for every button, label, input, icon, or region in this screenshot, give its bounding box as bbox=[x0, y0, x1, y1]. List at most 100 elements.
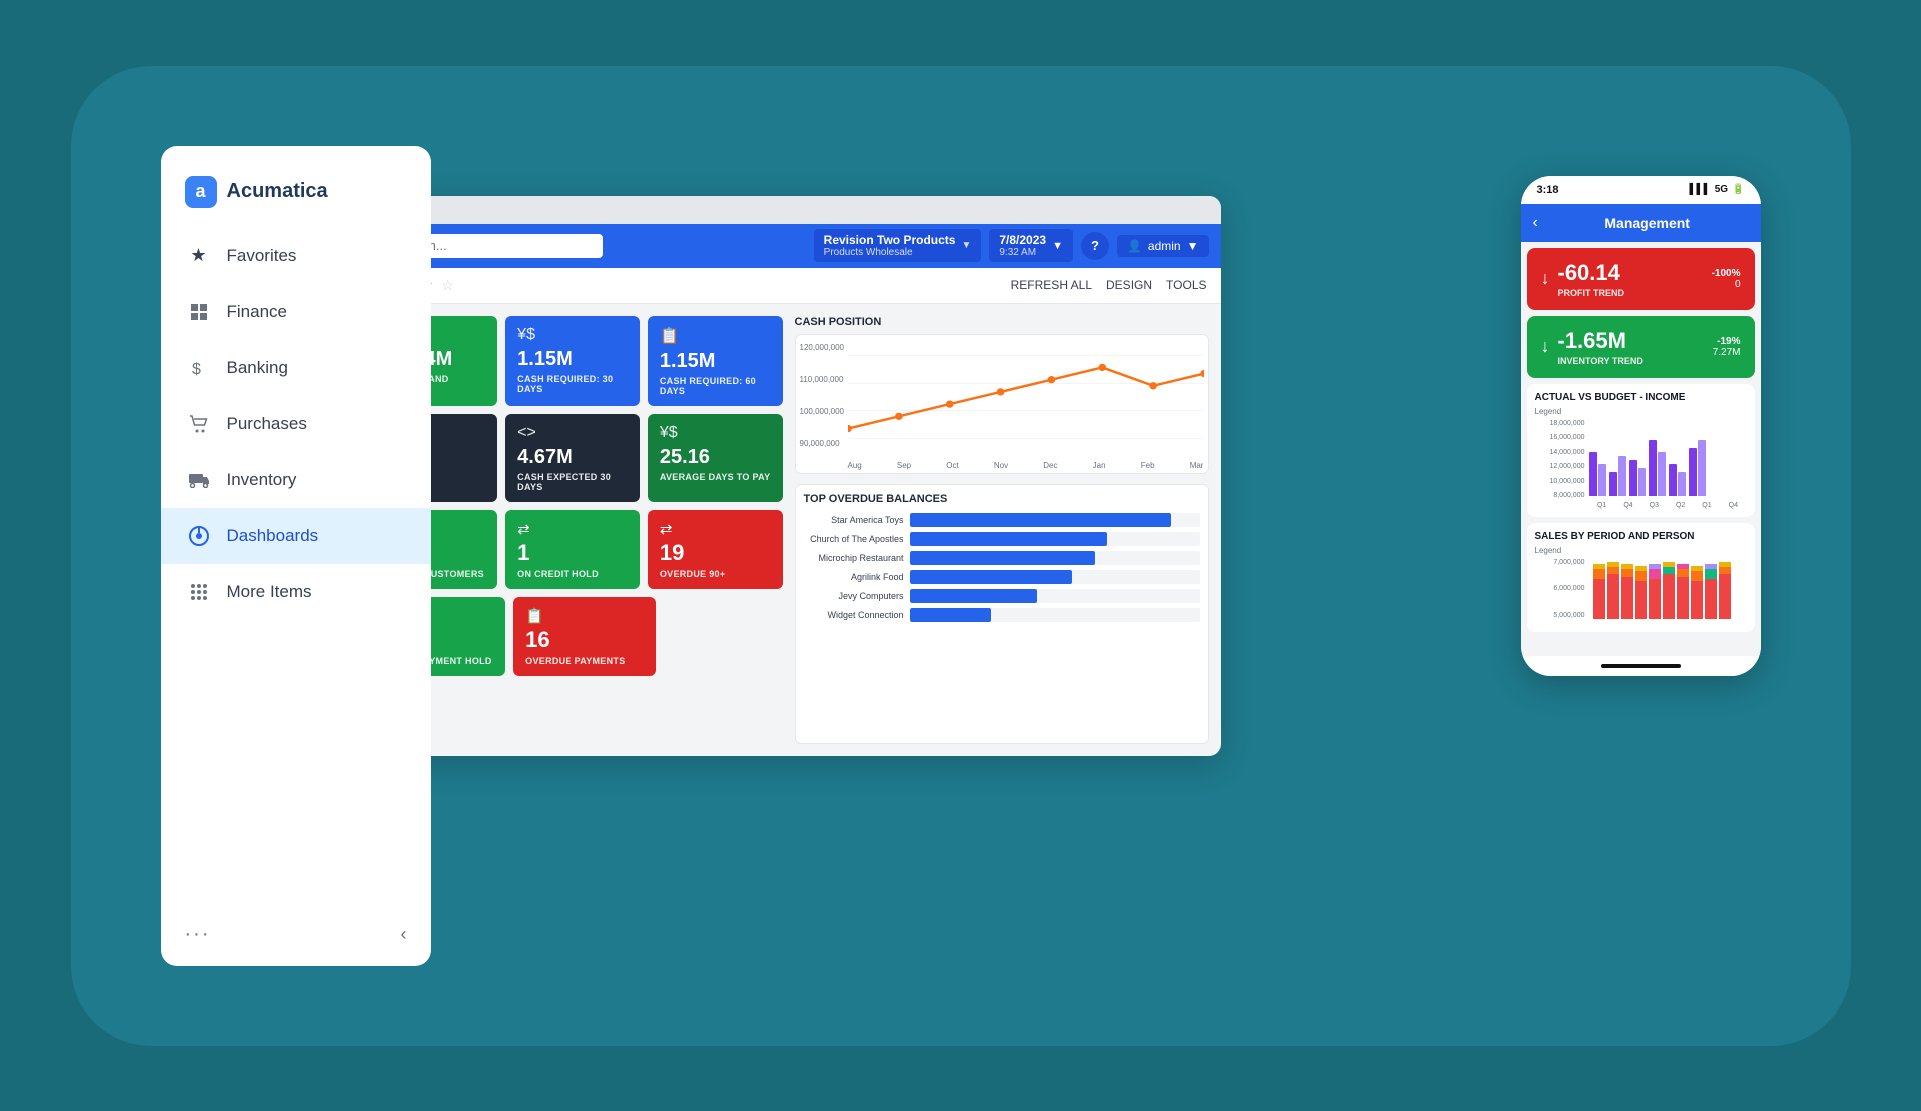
window-titlebar bbox=[351, 196, 1221, 224]
favorite-star-icon[interactable]: ☆ bbox=[441, 277, 454, 294]
network-type: 5G bbox=[1715, 184, 1728, 195]
kpi-label: OVERDUE PAYMENTS bbox=[525, 656, 644, 666]
main-background: a Acumatica ★ Favorites Finance $ Bankin… bbox=[71, 66, 1851, 1046]
y-label-4: 90,000,000 bbox=[800, 439, 845, 448]
bar bbox=[1658, 452, 1666, 496]
y-label: 8,000,000 bbox=[1535, 492, 1585, 499]
bar bbox=[1609, 472, 1617, 496]
signal-icon: ▌▌▌ bbox=[1689, 184, 1710, 195]
sidebar-item-label: Inventory bbox=[227, 470, 297, 490]
sidebar-item-inventory[interactable]: Inventory bbox=[161, 452, 431, 508]
refresh-all-button[interactable]: REFRESH ALL bbox=[1011, 278, 1092, 292]
star-icon: ★ bbox=[185, 242, 213, 270]
overdue-section: TOP OVERDUE BALANCES Star America Toys C… bbox=[795, 484, 1209, 744]
overdue-row-2: Church of The Apostles bbox=[804, 532, 1200, 546]
kpi-label: OVERDUE 90+ bbox=[660, 569, 771, 579]
kpi-cash-60[interactable]: 📋 1.15M CASH REQUIRED: 60 DAYS bbox=[648, 316, 783, 406]
kpi-cash-30[interactable]: ¥$ 1.15M CASH REQUIRED: 30 DAYS bbox=[505, 316, 640, 406]
bar-group bbox=[1689, 440, 1706, 496]
x-label: Mar bbox=[1190, 461, 1204, 470]
sidebar-collapse-arrow[interactable]: ‹ bbox=[401, 924, 407, 945]
sales-y-axis: 7,000,000 6,000,000 5,000,000 bbox=[1535, 559, 1585, 619]
phone-content: ↓ -60.14 PROFIT TREND -100% 0 ↓ -1.65M bbox=[1521, 242, 1761, 656]
design-button[interactable]: DESIGN bbox=[1106, 278, 1152, 292]
phone-home-indicator bbox=[1521, 656, 1761, 676]
time-value: 9:32 AM bbox=[999, 247, 1046, 258]
profit-pct: -100% bbox=[1712, 268, 1741, 279]
kpi-value: 1.15M bbox=[517, 348, 628, 370]
x-label: Nov bbox=[994, 461, 1008, 470]
kpi-overdue-payments[interactable]: 📋 16 OVERDUE PAYMENTS bbox=[513, 597, 656, 676]
profit-value: -60.14 bbox=[1558, 260, 1625, 286]
overdue-bar-wrap bbox=[910, 551, 1200, 565]
bar bbox=[1689, 448, 1697, 496]
sidebar-item-more[interactable]: More Items bbox=[161, 564, 431, 620]
tenant-selector[interactable]: Revision Two Products Products Wholesale… bbox=[814, 229, 982, 262]
x-label: Sep bbox=[897, 461, 911, 470]
sidebar-logo: a Acumatica bbox=[161, 166, 431, 228]
user-menu[interactable]: 👤 admin ▼ bbox=[1117, 235, 1209, 257]
y-label-3: 100,000,000 bbox=[800, 407, 845, 416]
sidebar-item-favorites[interactable]: ★ Favorites bbox=[161, 228, 431, 284]
home-bar bbox=[1601, 664, 1681, 668]
overdue-row-3: Microchip Restaurant bbox=[804, 551, 1200, 565]
sales-chart-body: 7,000,000 6,000,000 5,000,000 bbox=[1535, 559, 1747, 624]
income-chart-body: 18,000,000 16,000,000 14,000,000 12,000,… bbox=[1535, 420, 1747, 509]
bar bbox=[1678, 472, 1686, 496]
overdue-bar bbox=[910, 513, 1171, 527]
phone-tile-left: ↓ -1.65M INVENTORY TREND bbox=[1541, 328, 1643, 366]
chart-legend: Legend bbox=[1535, 407, 1747, 416]
bar-group bbox=[1609, 456, 1626, 496]
y-label-1: 120,000,000 bbox=[800, 343, 845, 352]
sidebar-item-label: Favorites bbox=[227, 246, 297, 266]
kpi-overdue-90[interactable]: ⇄ 19 OVERDUE 90+ bbox=[648, 510, 783, 589]
inventory-label: INVENTORY TREND bbox=[1558, 356, 1643, 366]
sidebar-item-dashboards[interactable]: Dashboards bbox=[161, 508, 431, 564]
chart-x-labels: Aug Sep Oct Nov Dec Jan Feb Mar bbox=[848, 461, 1204, 470]
tools-button[interactable]: TOOLS bbox=[1166, 278, 1206, 292]
overdue-title: TOP OVERDUE BALANCES bbox=[804, 493, 1200, 505]
down-arrow-icon-2: ↓ bbox=[1541, 336, 1550, 357]
phone-tile-inventory[interactable]: ↓ -1.65M INVENTORY TREND -19% 7.27M bbox=[1527, 316, 1755, 378]
sidebar-item-purchases[interactable]: Purchases bbox=[161, 396, 431, 452]
kpi-value: 25.16 bbox=[660, 446, 771, 468]
kpi-label: CASH EXPECTED 30 DAYS bbox=[517, 472, 628, 492]
overdue-company-name: Agrilink Food bbox=[804, 572, 904, 582]
help-button[interactable]: ? bbox=[1081, 232, 1109, 260]
x-label: Q2 bbox=[1676, 502, 1685, 509]
kpi-credit-hold[interactable]: ⇄ 1 ON CREDIT HOLD bbox=[505, 510, 640, 589]
sidebar-item-finance[interactable]: Finance bbox=[161, 284, 431, 340]
income-chart-section: ACTUAL VS BUDGET - INCOME Legend 18,000,… bbox=[1527, 384, 1755, 517]
sales-bars-area bbox=[1589, 559, 1747, 624]
help-icon: ? bbox=[1091, 238, 1099, 253]
overdue-bar bbox=[910, 589, 1038, 603]
app-header: 🔍 Revision Two Products Products Wholesa… bbox=[351, 224, 1221, 268]
kpi-value: 16 bbox=[525, 627, 644, 653]
bar bbox=[1638, 468, 1646, 496]
sidebar-more-dots[interactable]: ··· bbox=[185, 923, 211, 946]
date-chevron-icon: ▼ bbox=[1052, 240, 1063, 252]
x-label: Aug bbox=[848, 461, 862, 470]
sub-header: Controller ☆ REFRESH ALL DESIGN TOOLS bbox=[351, 268, 1221, 304]
date-selector[interactable]: 7/8/2023 9:32 AM ▼ bbox=[989, 229, 1073, 262]
kpi-avg-days[interactable]: ¥$ 25.16 AVERAGE DAYS TO PAY bbox=[648, 414, 783, 502]
sidebar-bottom: ··· ‹ bbox=[161, 923, 431, 946]
date-value: 7/8/2023 bbox=[999, 233, 1046, 247]
kpi-cash-expected[interactable]: <> 4.67M CASH EXPECTED 30 DAYS bbox=[505, 414, 640, 502]
sidebar-item-label: Dashboards bbox=[227, 526, 319, 546]
overdue-company-name: Widget Connection bbox=[804, 610, 904, 620]
kpi-label: AVERAGE DAYS TO PAY bbox=[660, 472, 771, 482]
battery-icon: 🔋 bbox=[1732, 184, 1744, 195]
back-icon[interactable]: ‹ bbox=[1533, 214, 1538, 232]
sidebar-item-banking[interactable]: $ Banking bbox=[161, 340, 431, 396]
bar bbox=[1589, 452, 1597, 496]
phone-tile-profit[interactable]: ↓ -60.14 PROFIT TREND -100% 0 bbox=[1527, 248, 1755, 310]
code-icon-2: <> bbox=[517, 424, 628, 442]
sales-chart-svg bbox=[1589, 559, 1747, 619]
y-label: 16,000,000 bbox=[1535, 434, 1585, 441]
phone-nav-title: Management bbox=[1546, 215, 1749, 231]
cash-position-title: CASH POSITION bbox=[795, 316, 1209, 328]
desktop-window: 🔍 Revision Two Products Products Wholesa… bbox=[351, 196, 1221, 756]
overdue-row-4: Agrilink Food bbox=[804, 570, 1200, 584]
profit-sub-pct: 0 bbox=[1712, 279, 1741, 290]
